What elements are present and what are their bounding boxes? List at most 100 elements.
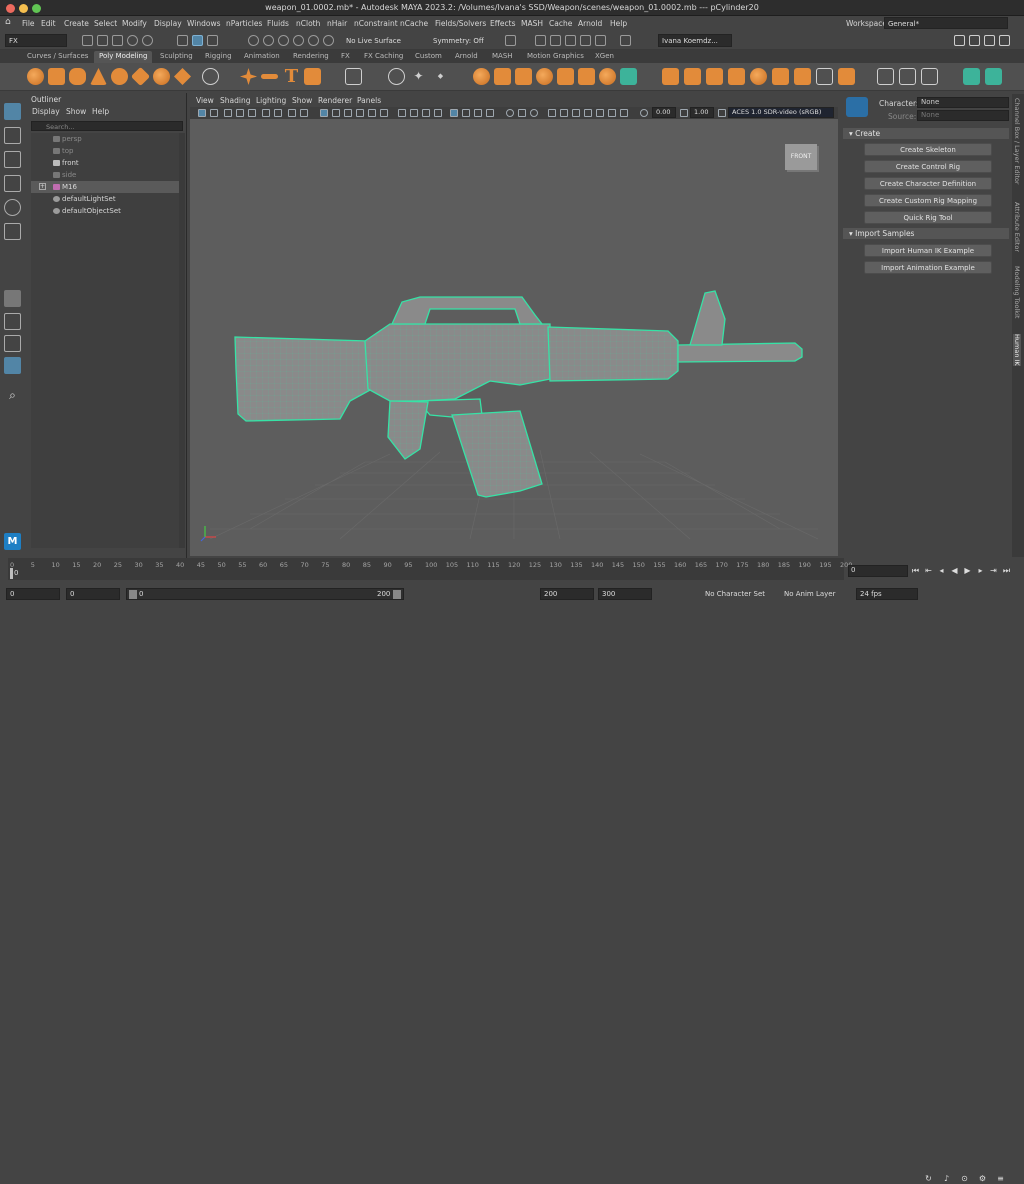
viewport-menu-renderer[interactable]: Renderer [318, 96, 352, 105]
tab-arnold[interactable]: Arnold [450, 51, 483, 63]
uv-editor-icon[interactable] [899, 68, 916, 85]
image-plane-icon[interactable] [236, 109, 244, 117]
cube-face-icon[interactable] [706, 68, 723, 85]
outliner-item-top[interactable]: top [31, 145, 179, 157]
poly-disc-icon[interactable] [153, 68, 170, 85]
sphere-proxy-icon[interactable] [750, 68, 767, 85]
channel-box-toggle-icon[interactable] [999, 35, 1010, 46]
menu-modify[interactable]: Modify [122, 19, 147, 28]
gamma-field[interactable]: 1.00 [690, 107, 714, 118]
range-end-handle[interactable] [393, 590, 401, 599]
loop-icon[interactable]: ↻ [924, 1174, 933, 1184]
outliner-menu-help[interactable]: Help [92, 107, 109, 116]
xray-active-components-icon[interactable] [486, 109, 494, 117]
outliner-menu-display[interactable]: Display [32, 107, 60, 116]
tab-mash[interactable]: MASH [487, 51, 518, 63]
symmetry-label[interactable]: Symmetry: Off [433, 37, 484, 45]
outliner-item-m16[interactable]: + M16 [31, 181, 179, 193]
isolate-select-icon[interactable] [450, 109, 458, 117]
hud-icon[interactable] [560, 109, 568, 117]
step-forward-key-icon[interactable]: ⇥ [989, 566, 998, 576]
tab-fx[interactable]: FX [336, 51, 355, 63]
menu-cache[interactable]: Cache [549, 19, 572, 28]
menu-help[interactable]: Help [610, 19, 627, 28]
fill-hole-icon[interactable] [557, 68, 574, 85]
tab-rigging[interactable]: Rigging [200, 51, 237, 63]
viewport-menu-panels[interactable]: Panels [357, 96, 381, 105]
snap-point-icon[interactable] [278, 35, 289, 46]
step-back-key-icon[interactable]: ⇤ [924, 566, 933, 576]
menu-nhair[interactable]: nHair [327, 19, 347, 28]
menuset-dropdown[interactable]: FX [5, 34, 67, 47]
outliner-item-default-light-set[interactable]: defaultLightSet [31, 193, 179, 205]
two-d-pan-icon[interactable] [248, 109, 256, 117]
safe-action-icon[interactable] [572, 109, 580, 117]
play-forwards-icon[interactable]: ▶ [963, 566, 972, 576]
fps-dropdown[interactable]: 24 fps [856, 588, 918, 600]
tab-poly-modeling[interactable]: Poly Modeling [94, 51, 153, 63]
tab-xgen[interactable]: XGen [590, 51, 619, 63]
select-component-icon[interactable] [207, 35, 218, 46]
layout-toggle-icon[interactable] [954, 35, 965, 46]
script-editor-icon[interactable]: ≡ [996, 1174, 1005, 1184]
construction-history-icon[interactable] [505, 35, 516, 46]
soften-edge-icon[interactable] [838, 68, 855, 85]
motion-blur-icon[interactable] [410, 109, 418, 117]
depth-of-field-icon[interactable] [434, 109, 442, 117]
poly-sphere-icon[interactable] [27, 68, 44, 85]
combine-icon[interactable] [345, 68, 362, 85]
viewport-menu-show[interactable]: Show [292, 96, 312, 105]
snap-edge-icon[interactable] [323, 35, 334, 46]
mirror-icon[interactable] [388, 68, 405, 85]
tab-curves-surfaces[interactable]: Curves / Surfaces [22, 51, 93, 63]
wireframe-on-shaded-icon[interactable] [344, 109, 352, 117]
sweep-mesh-icon[interactable] [240, 68, 257, 85]
ambient-occlusion-icon[interactable] [398, 109, 406, 117]
menu-select[interactable]: Select [94, 19, 117, 28]
perspective-viewport[interactable]: FRONT [190, 119, 838, 556]
planar-map-icon[interactable] [921, 68, 938, 85]
menu-nconstraint[interactable]: nConstraint [354, 19, 398, 28]
poly-torus-icon[interactable] [111, 68, 128, 85]
camera-attributes-icon[interactable] [210, 109, 218, 117]
scale-tool-icon[interactable] [4, 223, 21, 240]
tab-human-ik[interactable]: Human IK [1013, 334, 1021, 366]
outliner-item-front[interactable]: front [31, 157, 179, 169]
snap-curve-icon[interactable] [263, 35, 274, 46]
shelf-settings-icon[interactable] [963, 68, 980, 85]
playback-range-slider[interactable]: 0 200 [126, 588, 404, 600]
new-scene-icon[interactable] [82, 35, 93, 46]
import-human-ik-example-button[interactable]: Import Human IK Example [864, 244, 992, 257]
film-gate-icon[interactable] [288, 109, 296, 117]
anim-layer-dropdown[interactable]: No Anim Layer [784, 590, 835, 598]
tab-fx-caching[interactable]: FX Caching [359, 51, 408, 63]
exposure-icon[interactable] [640, 109, 648, 117]
multi-cut-icon[interactable] [599, 68, 616, 85]
open-scene-icon[interactable] [97, 35, 108, 46]
grid-icon[interactable] [274, 109, 282, 117]
tab-channel-box[interactable]: Channel Box / Layer Editor [1013, 98, 1021, 185]
smooth-icon[interactable]: ◆ [432, 68, 449, 85]
field-chart-icon[interactable] [584, 109, 592, 117]
rotate-tool-icon[interactable] [4, 199, 21, 216]
live-surface-label[interactable]: No Live Surface [346, 37, 401, 45]
select-object-icon[interactable] [192, 35, 203, 46]
platonic-solid-icon[interactable] [174, 68, 191, 85]
workspace-dropdown[interactable]: General* [884, 17, 1008, 29]
poly-plane-icon[interactable] [130, 66, 151, 87]
create-section-header[interactable]: ▾ Create [843, 128, 1009, 139]
import-samples-section-header[interactable]: ▾ Import Samples [843, 228, 1009, 239]
create-character-definition-button[interactable]: Create Character Definition [864, 177, 992, 190]
grease-pencil-icon[interactable] [262, 109, 270, 117]
pause-viewport-icon[interactable] [620, 35, 631, 46]
snap-view-plane-icon[interactable] [293, 35, 304, 46]
menu-fields-solvers[interactable]: Fields/Solvers [435, 19, 486, 28]
menu-file[interactable]: File [22, 19, 35, 28]
viewport-menu-view[interactable]: View [196, 96, 214, 105]
viewport-menu-shading[interactable]: Shading [220, 96, 250, 105]
anim-prefs-icon[interactable]: ⚙ [978, 1174, 987, 1184]
playblast-icon[interactable] [548, 109, 556, 117]
svg-icon[interactable] [304, 68, 321, 85]
view-transform-dropdown[interactable]: ACES 1.0 SDR-video (sRGB) [728, 107, 834, 118]
playback-start-field[interactable]: 0 [66, 588, 120, 600]
